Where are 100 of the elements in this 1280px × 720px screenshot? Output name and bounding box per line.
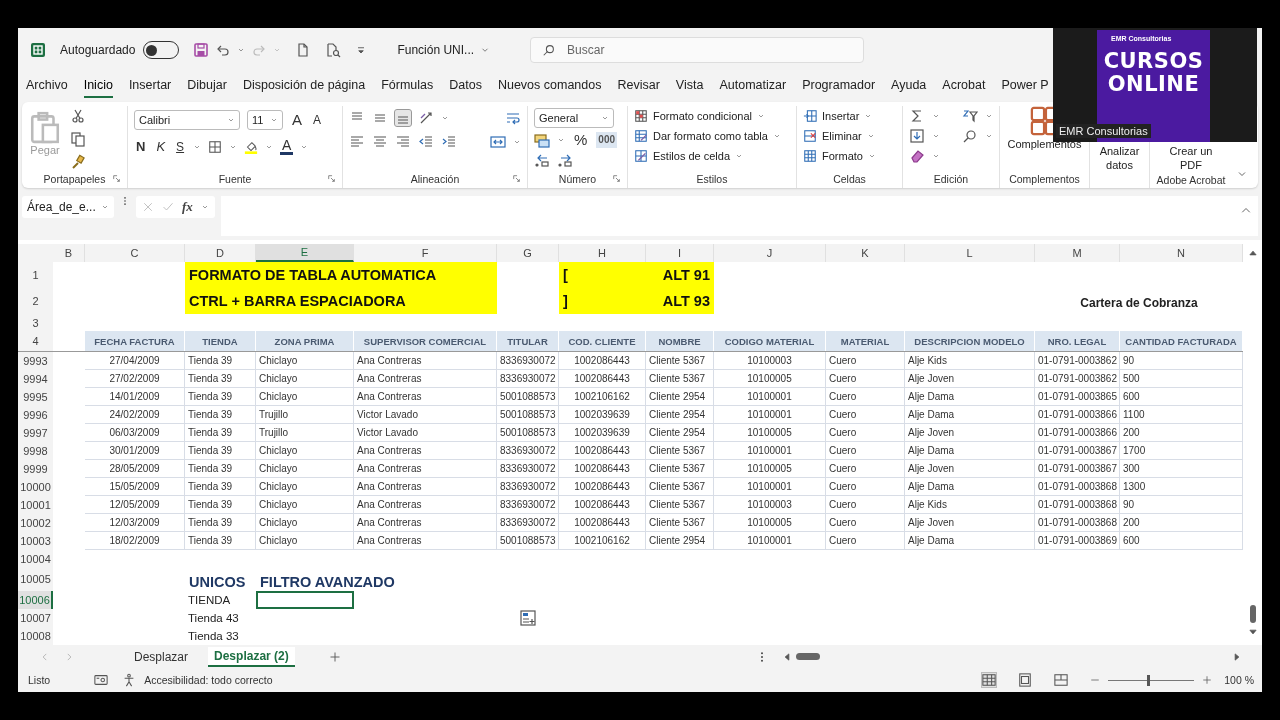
increase-indent-icon[interactable]	[441, 134, 457, 150]
column-header[interactable]: C	[85, 244, 185, 262]
table-header-cell[interactable]: CANTIDAD FACTURADA	[1120, 331, 1243, 351]
format-painter-icon[interactable]	[70, 154, 86, 170]
menu-tab[interactable]: Vista	[675, 74, 704, 98]
sheet-tab[interactable]: Desplazar	[128, 647, 195, 666]
dialog-launcher-icon[interactable]	[327, 174, 336, 183]
dialog-launcher-icon[interactable]	[512, 174, 521, 183]
sort-filter-icon[interactable]	[962, 108, 978, 124]
fill-down-icon[interactable]	[909, 128, 925, 144]
row-header[interactable]: 4	[18, 331, 53, 351]
dialog-launcher-icon[interactable]	[112, 174, 121, 183]
scrollbar-thumb[interactable]	[1249, 605, 1256, 623]
table-header-cell[interactable]: COD. CLIENTE	[559, 331, 646, 351]
grow-font-button[interactable]: A	[290, 112, 304, 128]
column-header[interactable]: K	[826, 244, 905, 262]
decrease-decimal-icon[interactable]	[557, 152, 573, 168]
page-break-icon[interactable]	[1054, 673, 1069, 687]
normal-view-icon[interactable]	[982, 673, 997, 687]
currency-icon[interactable]	[534, 132, 550, 148]
row-header[interactable]: 10002	[18, 514, 53, 532]
zoom-slider-thumb[interactable]	[1146, 674, 1150, 686]
shrink-font-button[interactable]: A	[311, 112, 324, 128]
caret-icon[interactable]	[932, 132, 940, 140]
caret-icon[interactable]	[932, 112, 940, 120]
column-header[interactable]: M	[1035, 244, 1120, 262]
row-header[interactable]: 10006	[18, 591, 53, 609]
caret-icon[interactable]	[237, 46, 246, 54]
caret-icon[interactable]	[985, 112, 993, 120]
caret-icon[interactable]	[985, 132, 993, 140]
column-header[interactable]: J	[714, 244, 826, 262]
menu-tab[interactable]: Power P	[1001, 74, 1049, 98]
merge-cells-icon[interactable]	[490, 134, 506, 150]
menu-tab[interactable]: Inicio	[83, 74, 113, 98]
borders-icon[interactable]	[208, 139, 223, 154]
save-icon[interactable]	[193, 42, 210, 58]
table-header-cell[interactable]: DESCRIPCION MODELO	[905, 331, 1035, 351]
formula-input[interactable]	[220, 196, 1258, 236]
menu-tab[interactable]: Revisar	[617, 74, 660, 98]
cut-icon[interactable]	[70, 108, 86, 124]
row-header[interactable]: 10000	[18, 478, 53, 496]
add-sheet-icon[interactable]	[328, 650, 341, 663]
column-header[interactable]: G	[497, 244, 559, 262]
row-header[interactable]: 9999	[18, 460, 53, 478]
thousands-button[interactable]: 000	[596, 132, 619, 148]
zoom-level[interactable]: 100 %	[1224, 674, 1254, 686]
search-icon[interactable]	[962, 128, 978, 144]
scroll-left-icon[interactable]	[782, 651, 792, 662]
add-ins-label[interactable]: Complementos	[1007, 138, 1082, 150]
conditional-format-button[interactable]: Formato condicional	[634, 108, 790, 124]
row-header[interactable]: 1	[18, 262, 53, 288]
caret-icon[interactable]	[557, 136, 565, 144]
menu-tab[interactable]: Automatizar	[719, 74, 787, 98]
quick-analysis-icon[interactable]	[520, 610, 536, 626]
table-header-cell[interactable]: CODIGO MATERIAL	[714, 331, 826, 351]
align-center-icon[interactable]	[372, 134, 388, 150]
font-size-select[interactable]: 11	[247, 110, 283, 130]
column-header[interactable]: L	[905, 244, 1035, 262]
bottom-align-icon[interactable]	[395, 110, 411, 126]
menu-tab[interactable]: Ayuda	[891, 74, 927, 98]
menu-tab[interactable]: Programador	[802, 74, 876, 98]
table-header-cell[interactable]: MATERIAL	[826, 331, 905, 351]
row-header[interactable]: 10001	[18, 496, 53, 514]
table-header-cell[interactable]: SUPERVISOR COMERCIAL	[354, 331, 497, 351]
name-box[interactable]: Área_de_e...	[22, 196, 114, 218]
active-cell[interactable]	[256, 591, 354, 609]
caret-icon[interactable]	[200, 203, 209, 211]
menu-tab[interactable]: Fórmulas	[381, 74, 434, 98]
align-right-icon[interactable]	[395, 134, 411, 150]
macro-record-icon[interactable]	[94, 673, 109, 687]
check-icon[interactable]	[162, 201, 174, 213]
table-header-cell[interactable]: FECHA FACTURA	[85, 331, 185, 351]
table-header-cell[interactable]: ZONA PRIMA	[256, 331, 354, 351]
column-header[interactable]: E	[256, 244, 354, 262]
caret-icon[interactable]	[513, 138, 521, 146]
row-header[interactable]: 9993	[18, 352, 53, 370]
row-header[interactable]: 9995	[18, 388, 53, 406]
row-header[interactable]: 10008	[18, 627, 53, 645]
copy-icon[interactable]	[70, 131, 86, 147]
increase-decimal-icon[interactable]	[534, 152, 550, 168]
menu-tab[interactable]: Insertar	[128, 74, 172, 98]
row-header[interactable]: 9994	[18, 370, 53, 388]
menu-tab[interactable]: Disposición de página	[242, 74, 366, 98]
scroll-down-icon[interactable]	[1247, 627, 1258, 637]
underline-button[interactable]: S	[174, 138, 187, 155]
scroll-up-icon[interactable]	[1247, 248, 1258, 258]
menu-tab[interactable]: Datos	[449, 74, 482, 98]
caret-icon[interactable]	[932, 152, 940, 160]
row-header[interactable]: 9998	[18, 442, 53, 460]
table-header-cell[interactable]: NRO. LEGAL	[1035, 331, 1120, 351]
row-header[interactable]: 9997	[18, 424, 53, 442]
page-layout-icon[interactable]	[1018, 673, 1033, 687]
row-header[interactable]: 10005	[18, 567, 53, 591]
row-header[interactable]: 10004	[18, 550, 53, 567]
scrollbar-thumb[interactable]	[796, 653, 820, 660]
search-field[interactable]: Buscar	[530, 37, 865, 63]
dialog-launcher-icon[interactable]	[612, 174, 621, 183]
menu-tab[interactable]: Archivo	[26, 74, 68, 98]
decrease-indent-icon[interactable]	[418, 134, 434, 150]
menu-tab[interactable]: Dibujar	[187, 74, 227, 98]
